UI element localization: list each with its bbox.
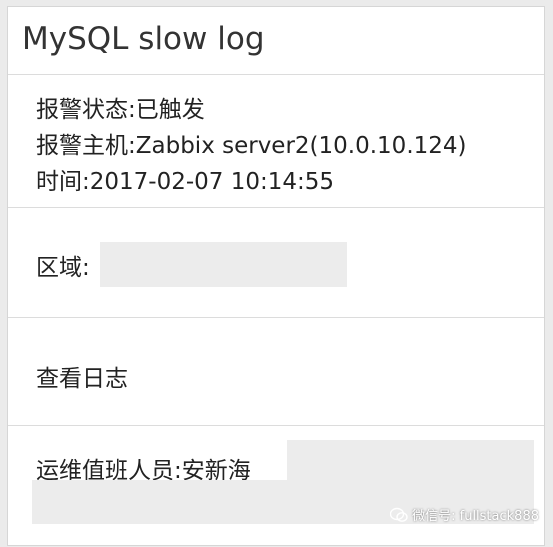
alert-card: MySQL slow log 报警状态:已触发 报警主机:Zabbix serv… — [7, 6, 545, 546]
watermark-text: 微信号: fullstack888 — [412, 509, 539, 524]
alert-host: 报警主机:Zabbix server2(10.0.10.124) — [36, 133, 467, 159]
alert-details-section: 报警状态:已触发 报警主机:Zabbix server2(10.0.10.124… — [8, 75, 544, 208]
watermark: 微信号: fullstack888 — [390, 505, 539, 524]
view-logs-link[interactable]: 查看日志 — [36, 364, 128, 394]
region-value-redacted — [100, 242, 347, 287]
oncall-name-redacted — [287, 440, 534, 480]
alert-time: 时间:2017-02-07 10:14:55 — [36, 169, 335, 195]
region-label: 区域: — [36, 255, 90, 281]
view-logs-section[interactable]: 查看日志 — [8, 318, 544, 426]
oncall-section: 运维值班人员:安新海 — [8, 426, 544, 547]
wechat-icon — [390, 507, 408, 522]
alert-status: 报警状态:已触发 — [36, 97, 205, 123]
card-title: MySQL slow log — [8, 7, 544, 75]
region-section: 区域: — [8, 208, 544, 318]
